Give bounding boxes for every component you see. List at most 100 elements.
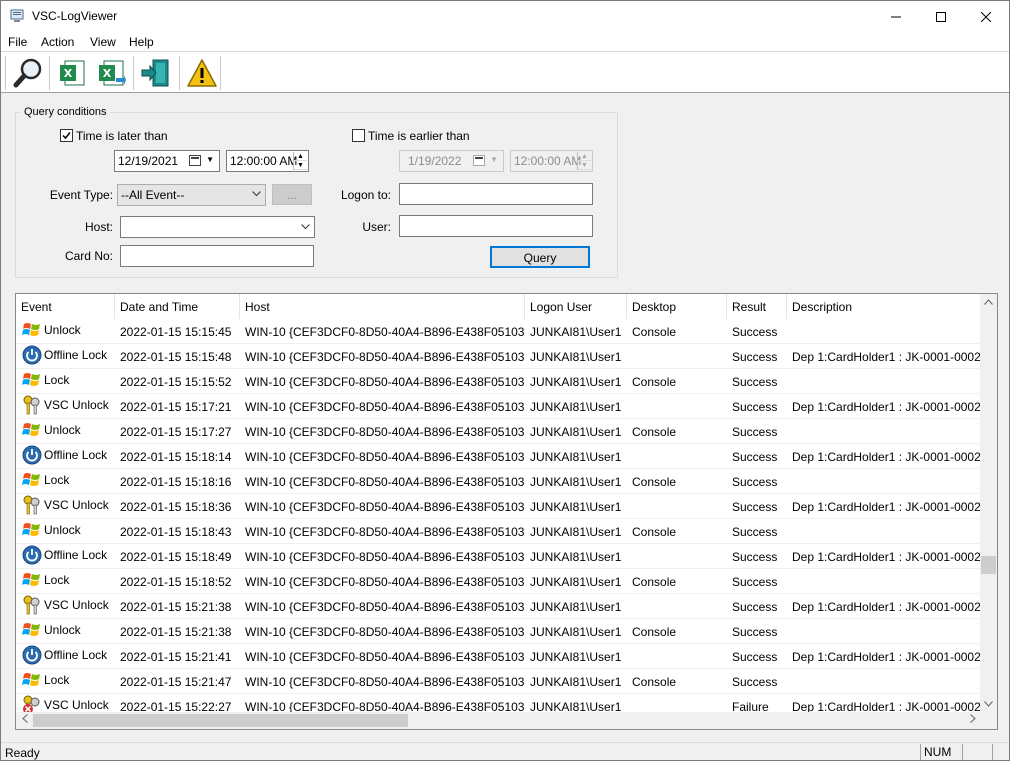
- earlier-time-spinner[interactable]: ▲ ▼: [577, 152, 591, 170]
- datetime-cell: 2022-01-15 15:18:49: [120, 550, 232, 564]
- vertical-scroll-thumb[interactable]: [981, 556, 996, 574]
- table-row[interactable]: VSC Unlock 2022-01-15 15:22:27 WIN-10 {CEF…: [16, 694, 981, 713]
- earlier-date-picker[interactable]: 1/19/2022 ▼: [399, 150, 504, 172]
- description-cell: [792, 369, 981, 393]
- datetime-cell: 2022-01-15 15:18:52: [120, 575, 232, 589]
- keys-icon: [22, 395, 42, 415]
- later-date-picker[interactable]: 12/19/2021 ▼: [114, 150, 220, 172]
- windows-flag-icon: [22, 670, 42, 690]
- host-cell: WIN-10 {CEF3DCF0-8D50-40A4-B896-E438F051…: [245, 500, 525, 514]
- export-excel-button[interactable]: X: [54, 55, 90, 91]
- description-cell: Dep 1:CardHolder1 : JK-0001-0002976: [792, 350, 981, 364]
- menu-help[interactable]: Help: [129, 35, 154, 49]
- logon-user-cell: JUNKAI81\User1: [530, 375, 622, 389]
- toolbar-separator: [179, 56, 180, 90]
- table-row[interactable]: VSC Unlock 2022-01-15 15:21:38 WIN-10 {CEF…: [16, 594, 981, 619]
- table-row[interactable]: Unlock 2022-01-15 15:17:27 WIN-10 {CEF3DCF…: [16, 419, 981, 444]
- table-row[interactable]: Lock 2022-01-15 15:18:52 WIN-10 {CEF3DCF0-…: [16, 569, 981, 594]
- table-row[interactable]: Unlock 2022-01-15 15:21:38 WIN-10 {CEF3DCF…: [16, 619, 981, 644]
- table-row[interactable]: Lock 2022-01-15 15:21:47 WIN-10 {CEF3DCF0-…: [16, 669, 981, 694]
- scroll-corner: [980, 712, 997, 729]
- column-header-logon-user[interactable]: Logon User: [525, 294, 627, 319]
- description-cell: [792, 419, 981, 443]
- datetime-cell: 2022-01-15 15:18:16: [120, 475, 232, 489]
- earlier-time-picker[interactable]: 12:00:00 AM ▲ ▼: [510, 150, 593, 172]
- logon-to-input[interactable]: [399, 183, 593, 205]
- table-row[interactable]: Offline Lock 2022-01-15 15:18:49 WIN-10 {C…: [16, 544, 981, 569]
- column-header-datetime[interactable]: Date and Time: [115, 294, 240, 319]
- menu-file[interactable]: File: [8, 35, 27, 49]
- logon-user-cell: JUNKAI81\User1: [530, 350, 622, 364]
- horizontal-scroll-thumb[interactable]: [33, 714, 408, 727]
- exit-icon: [141, 59, 169, 87]
- datetime-cell: 2022-01-15 15:15:48: [120, 350, 232, 364]
- logon-user-cell: JUNKAI81\User1: [530, 425, 622, 439]
- table-row[interactable]: Offline Lock 2022-01-15 15:18:14 WIN-10 {C…: [16, 444, 981, 469]
- column-header-host[interactable]: Host: [240, 294, 525, 319]
- column-header-description[interactable]: Description: [787, 294, 981, 319]
- table-row[interactable]: Unlock 2022-01-15 15:18:43 WIN-10 {CEF3DCF…: [16, 519, 981, 544]
- table-row[interactable]: Offline Lock 2022-01-15 15:15:48 WIN-10 {C…: [16, 344, 981, 369]
- desktop-cell: [632, 394, 722, 418]
- column-header-result[interactable]: Result: [727, 294, 787, 319]
- host-cell: WIN-10 {CEF3DCF0-8D50-40A4-B896-E438F051…: [245, 475, 525, 489]
- spin-up-icon: ▲: [294, 152, 307, 161]
- column-header-desktop[interactable]: Desktop: [627, 294, 727, 319]
- toolbar-grip: [5, 56, 6, 90]
- scroll-left-icon[interactable]: [16, 712, 33, 729]
- scroll-right-icon[interactable]: [964, 712, 981, 729]
- user-input[interactable]: [399, 215, 593, 237]
- export-excel-all-button[interactable]: X: [93, 55, 129, 91]
- vertical-scrollbar[interactable]: [980, 294, 997, 713]
- column-header-event[interactable]: Event: [16, 294, 115, 319]
- earlier-than-checkbox[interactable]: [352, 129, 365, 142]
- table-row[interactable]: Lock 2022-01-15 15:18:16 WIN-10 {CEF3DCF0-…: [16, 469, 981, 494]
- keys-icon: [22, 595, 42, 615]
- query-button[interactable]: Query: [490, 246, 590, 268]
- event-cell: VSC Unlock: [22, 594, 114, 618]
- result-cell: Success: [732, 500, 778, 514]
- table-row[interactable]: Offline Lock 2022-01-15 15:21:41 WIN-10 {C…: [16, 644, 981, 669]
- logon-user-cell: JUNKAI81\User1: [530, 550, 622, 564]
- desktop-cell: Console: [632, 375, 677, 389]
- card-no-input[interactable]: [120, 245, 314, 267]
- event-log-list[interactable]: Event Date and Time Host Logon User Desk…: [15, 293, 998, 730]
- event-cell: Unlock: [22, 319, 114, 343]
- windows-flag-icon: [22, 520, 42, 540]
- event-type-label: Event Type:: [49, 188, 113, 202]
- calendar-icon: [473, 155, 485, 166]
- table-row[interactable]: VSC Unlock 2022-01-15 15:18:36 WIN-10 {CEF…: [16, 494, 981, 519]
- warning-button[interactable]: [184, 55, 220, 91]
- minimize-button[interactable]: [873, 1, 919, 32]
- table-row[interactable]: Lock 2022-01-15 15:15:52 WIN-10 {CEF3DCF0-…: [16, 369, 981, 394]
- close-button[interactable]: [963, 1, 1009, 32]
- exit-button[interactable]: [138, 55, 174, 91]
- result-cell: Success: [732, 675, 778, 689]
- event-type-more-button[interactable]: ...: [272, 184, 312, 205]
- event-type-select[interactable]: --All Event--: [117, 184, 266, 206]
- table-row[interactable]: Unlock 2022-01-15 15:15:45 WIN-10 {CEF3DCF…: [16, 319, 981, 344]
- later-time-spinner[interactable]: ▲ ▼: [293, 152, 307, 170]
- scroll-down-icon[interactable]: [980, 696, 997, 713]
- event-cell: Offline Lock: [22, 344, 114, 368]
- later-than-checkbox[interactable]: [60, 129, 73, 142]
- menu-action[interactable]: Action: [41, 35, 74, 49]
- desktop-cell: Console: [632, 475, 677, 489]
- logon-user-cell: JUNKAI81\User1: [530, 675, 622, 689]
- event-name: VSC Unlock: [44, 497, 109, 512]
- earlier-than-label: Time is earlier than: [368, 129, 470, 143]
- later-time-picker[interactable]: 12:00:00 AM ▲ ▼: [226, 150, 309, 172]
- host-select[interactable]: [120, 216, 315, 238]
- table-row[interactable]: VSC Unlock 2022-01-15 15:17:21 WIN-10 {CEF…: [16, 394, 981, 419]
- svg-text:X: X: [64, 67, 73, 80]
- horizontal-scrollbar[interactable]: [16, 712, 981, 729]
- power-icon: [22, 345, 42, 365]
- maximize-button[interactable]: [918, 1, 964, 32]
- menu-view[interactable]: View: [90, 35, 116, 49]
- event-cell: Lock: [22, 569, 114, 593]
- windows-flag-icon: [22, 570, 42, 590]
- logon-user-cell: JUNKAI81\User1: [530, 575, 622, 589]
- search-button[interactable]: [10, 55, 46, 91]
- scroll-up-icon[interactable]: [980, 294, 997, 311]
- datetime-cell: 2022-01-15 15:17:21: [120, 400, 232, 414]
